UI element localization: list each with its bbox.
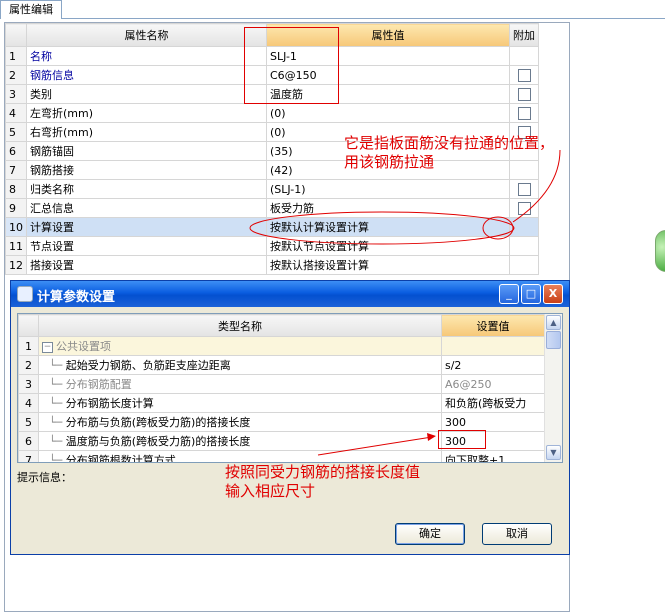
annotation-arrow-layer — [317, 433, 436, 456]
annotation-bottom-line2: 输入相应尺寸 — [225, 482, 316, 500]
arrow-head — [427, 433, 436, 441]
annotation-bottom: 按照同受力钢筋的搭接长度值 输入相应尺寸 — [225, 463, 420, 501]
annotation-bottom-line1: 按照同受力钢筋的搭接长度值 — [225, 463, 421, 481]
pointer-arrow — [317, 436, 433, 456]
